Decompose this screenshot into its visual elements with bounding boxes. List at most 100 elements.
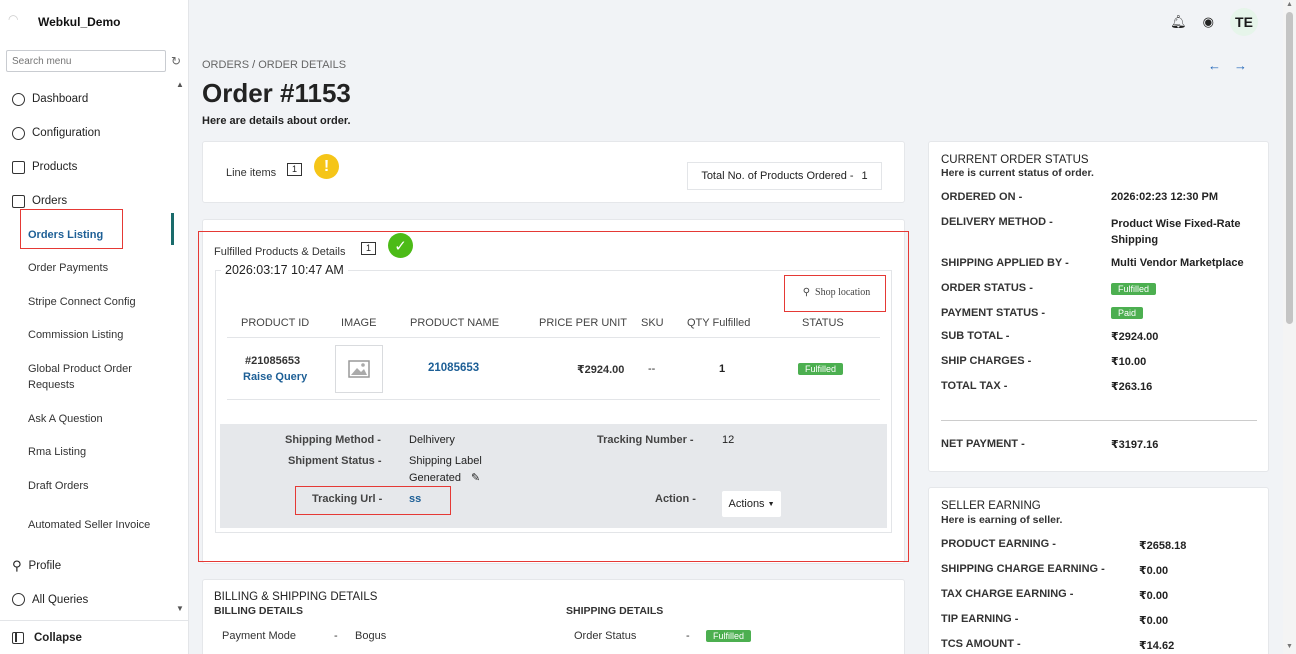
actions-dropdown[interactable]: Actions ▼ [722, 491, 781, 517]
refresh-icon[interactable]: ↻ [171, 54, 181, 68]
brand[interactable]: ◠ Webkul_Demo [8, 12, 120, 32]
gear-icon [12, 126, 25, 140]
total-products-label: Total No. of Products Ordered - [701, 170, 854, 182]
seller-earning-title: SELLER EARNING [941, 500, 1041, 512]
delivery-method-value: Product Wise Fixed-Rate Shipping [1111, 218, 1241, 246]
col-qty-fulfilled: QTY Fulfilled [687, 317, 751, 329]
page-scrollbar[interactable]: ▲ ▼ [1283, 0, 1296, 654]
payment-mode-value: Bogus [355, 630, 387, 642]
arrow-left-icon[interactable]: ← [1208, 58, 1221, 73]
collapse-button[interactable]: Collapse [0, 620, 189, 654]
scrollbar-thumb[interactable] [1286, 12, 1293, 324]
sku-value: -- [648, 363, 656, 375]
billing-shipping-card: BILLING & SHIPPING DETAILS BILLING DETAI… [202, 579, 905, 654]
total-products-value: 1 [861, 170, 868, 182]
payment-mode-dash: - [334, 630, 338, 642]
raise-query-link[interactable]: Raise Query [243, 371, 307, 383]
search-menu-field[interactable] [6, 50, 166, 72]
order-status-badge: Fulfilled [1111, 283, 1157, 295]
sidebar-item-label: Profile [28, 559, 62, 572]
sidebar-item-label: All Queries [32, 593, 89, 606]
sidebar: ◠ Webkul_Demo ↻ Dashboard Configuration … [0, 0, 189, 654]
orders-icon [12, 194, 25, 208]
sidebar-subitem-stripe-connect-config[interactable]: Stripe Connect Config [0, 285, 176, 319]
sidebar-subitem-ask-a-question[interactable]: Ask A Question [0, 402, 176, 436]
collapse-label: Collapse [34, 631, 82, 644]
col-product-id: PRODUCT ID [241, 317, 310, 329]
divider [227, 337, 880, 338]
qty-value: 1 [719, 363, 726, 375]
product-earning-value: ₹2658.18 [1139, 540, 1187, 552]
col-status: STATUS [802, 317, 844, 329]
tcs-amount-label: TCS AMOUNT - [941, 638, 1021, 650]
fulfilled-count: 1 [361, 242, 377, 255]
sidebar-subitem-global-product-order-requests[interactable]: Global Product Order Requests [0, 352, 176, 402]
shipping-applied-by-label: SHIPPING APPLIED BY - [941, 257, 1069, 269]
page-title: Order #1153 [202, 78, 351, 108]
order-status-label: Order Status [574, 630, 637, 642]
shipping-method-label: Shipping Method - [285, 434, 381, 446]
question-icon [12, 593, 25, 606]
billing-shipping-title: BILLING & SHIPPING DETAILS [214, 591, 378, 603]
current-status-title: CURRENT ORDER STATUS [941, 154, 1089, 166]
divider [227, 399, 880, 400]
arrow-right-icon[interactable]: → [1234, 58, 1247, 73]
tcs-amount-value: ₹14.62 [1139, 640, 1175, 652]
sidebar-menu: Dashboard Configuration Products Orders … [0, 82, 176, 617]
search-menu-input[interactable] [7, 51, 165, 72]
image-placeholder-icon [348, 360, 370, 378]
ship-charges-label: SHIP CHARGES - [941, 355, 1032, 367]
current-status-subtitle: Here is current status of order. [941, 167, 1094, 179]
sidebar-item-dashboard[interactable]: Dashboard [0, 82, 176, 116]
page-subtitle: Here are details about order. [202, 115, 351, 127]
topbar: 🔔︎ ◉ TE [1170, 8, 1258, 36]
ordered-on-value: 2026:02:23 12:30 PM [1111, 191, 1219, 203]
breadcrumb-sep: / [249, 59, 259, 71]
tax-charge-earning-label: TAX CHARGE EARNING - [941, 588, 1074, 600]
breadcrumb-root[interactable]: ORDERS [202, 59, 249, 71]
sidebar-item-all-queries[interactable]: All Queries [0, 583, 176, 617]
sidebar-subitem-draft-orders[interactable]: Draft Orders [0, 469, 176, 503]
col-product-name: PRODUCT NAME [410, 317, 500, 329]
fulfillment-date: 2026:03:17 10:47 AM [221, 263, 348, 277]
scroll-up-icon[interactable]: ▲ [176, 80, 184, 89]
sidebar-subitem-rma-listing[interactable]: Rma Listing [0, 436, 176, 470]
person-icon: ⚲ [12, 557, 22, 573]
current-order-status-card: CURRENT ORDER STATUS Here is current sta… [928, 141, 1269, 472]
sidebar-item-configuration[interactable]: Configuration [0, 116, 176, 150]
sidebar-subitem-automated-seller-invoice[interactable]: Automated Seller Invoice [0, 503, 176, 549]
highlight-box [784, 275, 886, 312]
sidebar-subitem-commission-listing[interactable]: Commission Listing [0, 319, 176, 353]
product-name-link[interactable]: 21085653 [428, 362, 479, 374]
scroll-down-icon[interactable]: ▼ [1286, 643, 1293, 650]
tax-charge-earning-value: ₹0.00 [1139, 590, 1169, 602]
price-per-unit: ₹2924.00 [577, 364, 625, 376]
sidebar-item-profile[interactable]: ⚲ Profile [0, 549, 176, 583]
sub-total-value: ₹2924.00 [1111, 331, 1159, 343]
seller-earning-card: SELLER EARNING Here is earning of seller… [928, 487, 1269, 654]
sidebar-subitem-order-payments[interactable]: Order Payments [0, 252, 176, 286]
shipping-details-title: SHIPPING DETAILS [566, 605, 664, 617]
product-id: #21085653 [245, 355, 301, 367]
sidebar-item-products[interactable]: Products [0, 150, 176, 184]
net-payment-label: NET PAYMENT - [941, 438, 1025, 450]
sidebar-item-label: Products [32, 161, 78, 173]
scroll-down-icon[interactable]: ▼ [176, 604, 184, 613]
pencil-icon[interactable]: ✎ [471, 471, 480, 484]
check-icon: ✓ [388, 233, 413, 258]
line-items-card: Line items 1 ! Total No. of Products Ord… [202, 141, 905, 203]
caret-down-icon: ▼ [767, 500, 775, 508]
warning-icon: ! [314, 154, 339, 179]
shipment-status-value-2: Generated [409, 472, 461, 484]
eye-icon[interactable]: ◉ [1203, 14, 1214, 30]
highlight-box [295, 486, 451, 515]
bell-icon[interactable]: 🔔︎ [1170, 14, 1187, 30]
product-earning-label: PRODUCT EARNING - [941, 538, 1056, 550]
col-price-per-unit: PRICE PER UNIT [539, 317, 628, 329]
scroll-up-icon[interactable]: ▲ [1286, 1, 1293, 8]
brand-logo-icon: ◠ [8, 12, 19, 26]
fulfilled-label: Fulfilled Products & Details [214, 246, 346, 258]
brand-name: Webkul_Demo [38, 15, 121, 29]
main-content: 🔔︎ ◉ TE ORDERS / ORDER DETAILS ← → Order… [190, 0, 1282, 654]
avatar[interactable]: TE [1230, 8, 1258, 36]
